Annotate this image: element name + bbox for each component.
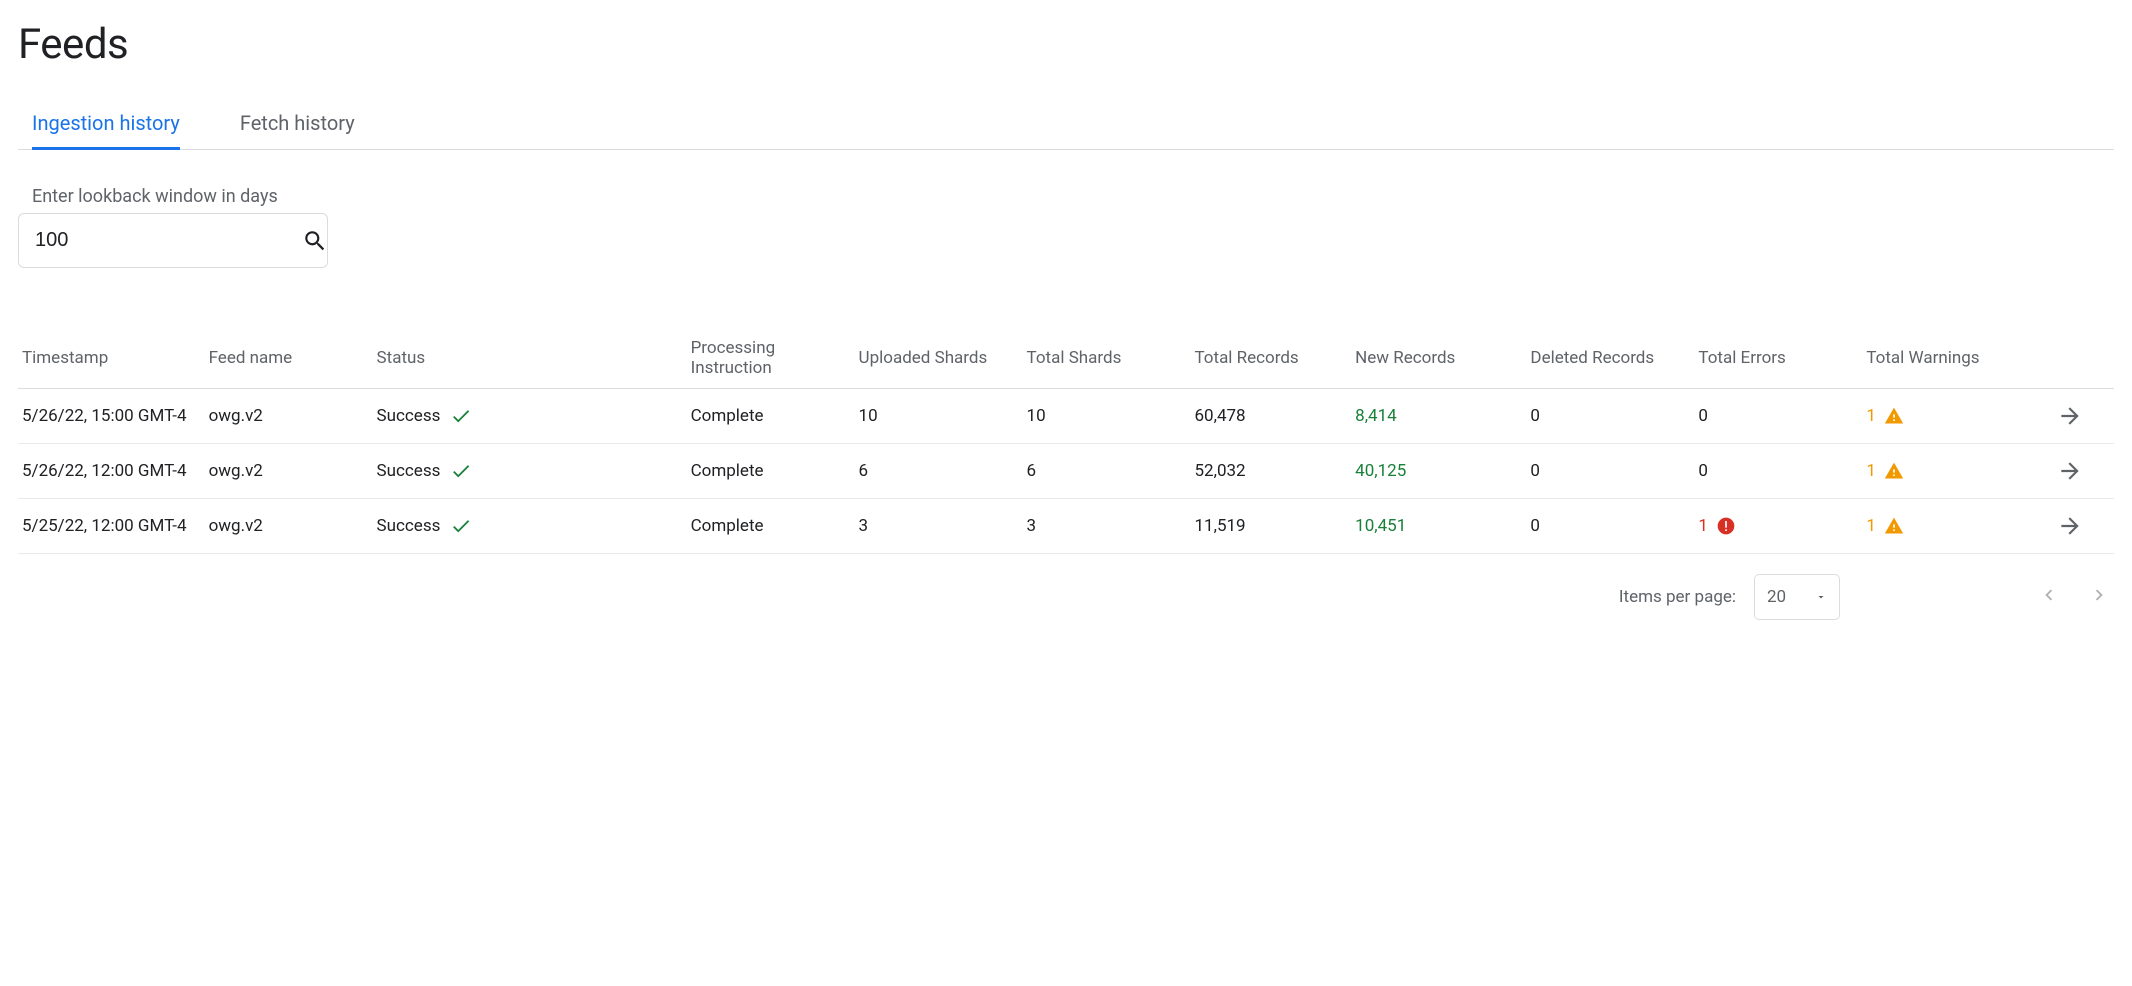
cell-total-warnings: 1 [1866,406,1876,426]
lookback-input[interactable] [33,228,302,253]
cell-total-warnings: 1 [1866,461,1876,481]
col-status[interactable]: Status [369,328,683,389]
cell-uploaded-shards: 6 [859,461,869,481]
prev-page-button[interactable] [2038,584,2060,611]
table-row: 5/26/22, 15:00 GMT-4 owg.v2 Success Complet… [18,389,2114,444]
table-row: 5/26/22, 12:00 GMT-4 owg.v2 Success Complet… [18,444,2114,499]
col-deleted-records[interactable]: Deleted Records [1522,328,1690,389]
row-details-button[interactable] [2034,513,2106,539]
cell-total-records: 52,032 [1194,461,1245,481]
cell-total-shards: 10 [1027,406,1046,426]
items-per-page-label: Items per page: [1619,587,1736,607]
cell-total-shards: 3 [1027,516,1037,536]
cell-new-records: 10,451 [1355,516,1406,536]
cell-total-shards: 6 [1027,461,1037,481]
table-row: 5/25/22, 12:00 GMT-4 owg.v2 Success Complet… [18,499,2114,554]
col-total-records[interactable]: Total Records [1186,328,1347,389]
search-icon[interactable] [302,228,328,254]
cell-total-errors: 0 [1698,406,1708,426]
col-total-shards[interactable]: Total Shards [1019,328,1187,389]
next-page-button[interactable] [2088,584,2110,611]
check-icon [450,515,472,537]
cell-total-errors: 1 [1698,516,1708,536]
lookback-section: Enter lookback window in days [18,186,2114,268]
check-icon [450,460,472,482]
cell-new-records: 40,125 [1355,461,1406,481]
cell-feed-name: owg.v2 [209,461,263,481]
cell-new-records: 8,414 [1355,406,1397,426]
cell-timestamp: 5/26/22, 12:00 GMT-4 [22,461,187,481]
warning-icon [1884,461,1904,481]
cell-total-records: 60,478 [1194,406,1245,426]
lookback-input-container [18,213,328,268]
col-feed-name[interactable]: Feed name [201,328,369,389]
cell-total-errors: 0 [1698,461,1708,481]
table-header-row: Timestamp Feed name Status Processing In… [18,328,2114,389]
row-details-button[interactable] [2034,458,2106,484]
cell-uploaded-shards: 10 [859,406,878,426]
pager: Items per page: 20 [18,554,2114,650]
col-total-errors[interactable]: Total Errors [1690,328,1858,389]
ingestion-table: Timestamp Feed name Status Processing In… [18,328,2114,554]
cell-deleted-records: 0 [1530,516,1540,536]
col-timestamp[interactable]: Timestamp [18,328,201,389]
cell-processing-instruction: Complete [691,461,764,481]
items-per-page-value: 20 [1767,587,1786,607]
col-new-records[interactable]: New Records [1347,328,1522,389]
cell-status: Success [377,516,441,536]
lookback-label: Enter lookback window in days [18,186,2114,207]
cell-feed-name: owg.v2 [209,516,263,536]
tab-bar: Ingestion history Fetch history [18,99,2114,150]
check-icon [450,405,472,427]
col-processing-instruction[interactable]: Processing Instruction [683,328,851,389]
cell-total-records: 11,519 [1194,516,1245,536]
tab-ingestion-history[interactable]: Ingestion history [32,99,180,150]
cell-status: Success [377,461,441,481]
dropdown-icon [1815,591,1827,603]
row-details-button[interactable] [2034,403,2106,429]
cell-status: Success [377,406,441,426]
cell-deleted-records: 0 [1530,406,1540,426]
cell-deleted-records: 0 [1530,461,1540,481]
page-title: Feeds [18,20,2114,69]
cell-processing-instruction: Complete [691,406,764,426]
tab-fetch-history[interactable]: Fetch history [240,99,355,150]
items-per-page-select[interactable]: 20 [1754,574,1840,620]
warning-icon [1884,516,1904,536]
cell-timestamp: 5/26/22, 15:00 GMT-4 [22,406,187,426]
cell-timestamp: 5/25/22, 12:00 GMT-4 [22,516,187,536]
error-icon [1716,516,1736,536]
col-uploaded-shards[interactable]: Uploaded Shards [851,328,1019,389]
col-total-warnings[interactable]: Total Warnings [1858,328,2026,389]
cell-uploaded-shards: 3 [859,516,869,536]
cell-total-warnings: 1 [1866,516,1876,536]
pager-nav [2038,584,2110,611]
cell-processing-instruction: Complete [691,516,764,536]
cell-feed-name: owg.v2 [209,406,263,426]
warning-icon [1884,406,1904,426]
